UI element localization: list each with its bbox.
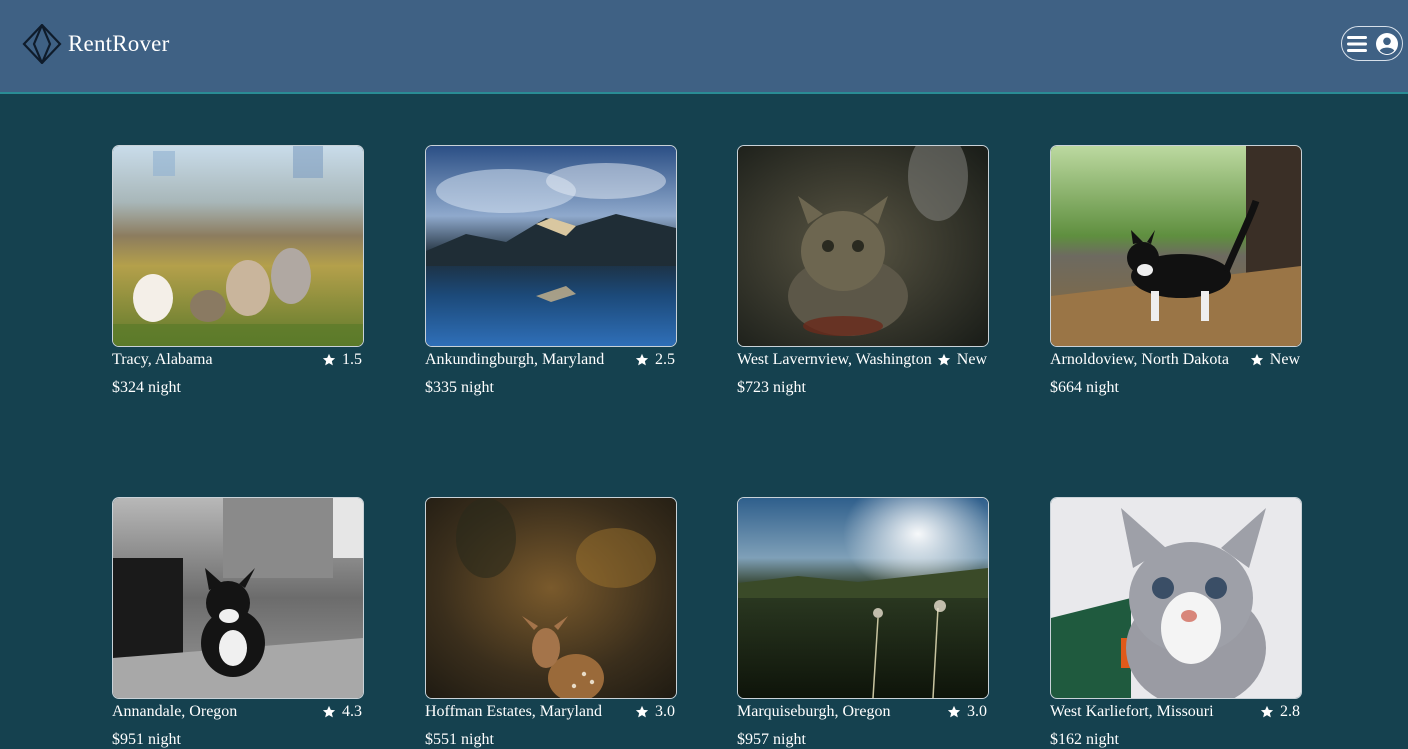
listing-rating: 2.5: [635, 351, 675, 369]
listing-photo[interactable]: [112, 145, 364, 347]
rating-value: 2.8: [1280, 703, 1300, 720]
rating-value: 4.3: [342, 703, 362, 720]
listing-price: $951 night: [112, 731, 181, 748]
listing-price: $664 night: [1050, 379, 1119, 396]
listing-info-row: Annandale, Oregon 4.3: [112, 703, 362, 721]
star-icon: [937, 353, 950, 366]
listing-rating: 4.3: [322, 703, 362, 721]
rating-value: New: [956, 351, 987, 368]
listing-price: $723 night: [737, 379, 806, 396]
star-icon: [1260, 705, 1274, 718]
listing-location: Marquiseburgh, Oregon: [737, 703, 891, 720]
listing-rating: 2.8: [1260, 703, 1300, 721]
listing-info-row: West Lavernview, Washington New: [737, 351, 987, 369]
star-icon: [947, 705, 961, 718]
rating-value: New: [1269, 351, 1300, 368]
top-nav-bar: RentRover: [0, 0, 1408, 94]
star-icon: [635, 705, 649, 718]
listing-info-row: Marquiseburgh, Oregon 3.0: [737, 703, 987, 721]
listing-info-row: West Karliefort, Missouri 2.8: [1050, 703, 1300, 721]
listing-info-row: Hoffman Estates, Maryland 3.0: [425, 703, 675, 721]
listing-location: West Karliefort, Missouri: [1050, 703, 1214, 720]
listing-photo[interactable]: [1050, 497, 1302, 699]
listing-location: Hoffman Estates, Maryland: [425, 703, 602, 720]
listing-price: $551 night: [425, 731, 494, 748]
listing-photo[interactable]: [425, 497, 677, 699]
star-icon: [322, 705, 336, 718]
listing-photo[interactable]: [737, 497, 989, 699]
listing-location: Annandale, Oregon: [112, 703, 238, 720]
rating-value: 2.5: [655, 351, 675, 368]
listing-location: Tracy, Alabama: [112, 351, 213, 368]
listing-rating: New: [1250, 351, 1300, 369]
user-menu-button[interactable]: [1341, 26, 1403, 61]
listing-price: $957 night: [737, 731, 806, 748]
listing-location: Arnoldoview, North Dakota: [1050, 351, 1229, 368]
listing-location: West Lavernview, Washington: [737, 351, 932, 368]
listing-rating: New: [937, 351, 987, 369]
user-circle-icon: [1375, 32, 1398, 55]
listing-price: $162 night: [1050, 731, 1119, 748]
listing-info-row: Tracy, Alabama 1.5: [112, 351, 362, 369]
listing-rating: 3.0: [947, 703, 987, 721]
logo[interactable]: RentRover: [22, 24, 169, 64]
listing-info-row: Arnoldoview, North Dakota New: [1050, 351, 1300, 369]
diamond-logo-icon: [22, 24, 62, 64]
listing-photo[interactable]: [112, 497, 364, 699]
listing-photo[interactable]: [1050, 145, 1302, 347]
listing-rating: 3.0: [635, 703, 675, 721]
rating-value: 1.5: [342, 351, 362, 368]
app-name: RentRover: [68, 31, 170, 56]
listing-location: Ankundingburgh, Maryland: [425, 351, 605, 368]
star-icon: [1250, 353, 1263, 366]
listing-photo[interactable]: [737, 145, 989, 347]
listing-rating: 1.5: [322, 351, 362, 369]
rating-value: 3.0: [655, 703, 675, 720]
listing-price: $335 night: [425, 379, 494, 396]
star-icon: [635, 353, 649, 366]
star-icon: [322, 353, 336, 366]
rating-value: 3.0: [967, 703, 987, 720]
hamburger-menu-icon: [1346, 35, 1367, 52]
listing-info-row: Ankundingburgh, Maryland 2.5: [425, 351, 675, 369]
listing-photo[interactable]: [425, 145, 677, 347]
listing-price: $324 night: [112, 379, 181, 396]
